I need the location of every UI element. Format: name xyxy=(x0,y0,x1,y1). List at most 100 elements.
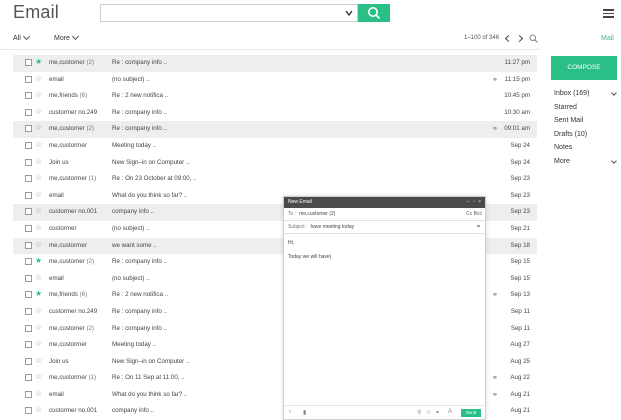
star-icon[interactable]: ☆ xyxy=(35,90,42,100)
text-format-icon[interactable]: A xyxy=(448,409,452,415)
star-icon[interactable]: ☆ xyxy=(35,356,42,366)
message-sender: me,customer (2) xyxy=(49,258,95,266)
next-page-icon[interactable] xyxy=(515,34,524,43)
message-row[interactable]: ☆ me,friends (6) Re : 2 new notifica .. 10:… xyxy=(13,88,537,105)
paperclip-icon[interactable]: ⚭ xyxy=(476,221,481,234)
folder-item[interactable]: Starred xyxy=(554,102,618,116)
message-row[interactable]: ☆ me,customer (2) Re : company info .. ⚭ 09:… xyxy=(13,121,537,138)
message-sender: email xyxy=(49,390,64,398)
row-checkbox[interactable] xyxy=(25,125,32,133)
star-icon[interactable]: ☆ xyxy=(35,173,42,183)
star-icon[interactable]: ☆ xyxy=(35,372,42,382)
message-sender: custormer no.001 xyxy=(49,208,98,216)
star-icon[interactable]: ☆ xyxy=(426,409,431,416)
subject-field[interactable]: Subject : have meeting today ⚭ xyxy=(284,221,485,234)
row-checkbox[interactable] xyxy=(25,357,32,365)
location-icon[interactable]: ⚲ xyxy=(417,409,421,416)
menu-icon[interactable] xyxy=(603,9,614,18)
subject-value[interactable]: have meeting today xyxy=(310,224,354,230)
row-checkbox[interactable] xyxy=(25,92,32,100)
star-icon[interactable]: ☆ xyxy=(35,157,42,167)
star-icon[interactable]: ☆ xyxy=(35,323,42,333)
message-row[interactable]: ☆ custormer no.249 Re : company info .. 10… xyxy=(13,105,537,122)
star-icon[interactable]: ★ xyxy=(35,289,42,299)
star-icon[interactable]: ☆ xyxy=(35,240,42,250)
row-checkbox[interactable] xyxy=(25,407,32,415)
message-sender: me,friends (6) xyxy=(49,92,88,100)
star-icon[interactable]: ☆ xyxy=(35,306,42,316)
star-icon[interactable]: ★ xyxy=(35,57,42,67)
message-row[interactable]: ☆ me,custormer (1) Re : On 23 October at 0… xyxy=(13,171,537,188)
row-checkbox[interactable] xyxy=(25,141,32,149)
row-checkbox[interactable] xyxy=(25,341,32,349)
folder-item[interactable]: Drafts (10) xyxy=(554,129,618,143)
select-all-dropdown[interactable]: All xyxy=(13,32,30,42)
row-checkbox[interactable] xyxy=(25,258,32,266)
row-checkbox[interactable] xyxy=(25,307,32,315)
message-body[interactable]: Hi, Today we will have| xyxy=(284,234,485,261)
to-field[interactable]: To : me,customer (2) Cc Bcc xyxy=(284,208,485,221)
chevron-down-icon[interactable] xyxy=(611,157,617,164)
compose-button[interactable]: COMPOSE xyxy=(551,56,617,80)
row-checkbox[interactable] xyxy=(25,374,32,382)
message-row[interactable]: ☆ me,custormer Meeting today .. Sep 24 xyxy=(13,138,537,155)
row-checkbox[interactable] xyxy=(25,224,32,232)
message-row[interactable]: ★ me,customer (2) Re : company info .. 11:2… xyxy=(13,55,537,72)
folder-item[interactable]: Notes xyxy=(554,142,618,156)
row-checkbox[interactable] xyxy=(25,108,32,116)
folder-item[interactable]: More xyxy=(554,156,618,170)
to-value[interactable]: me,customer (2) xyxy=(299,211,335,217)
search-button[interactable] xyxy=(358,4,390,22)
star-icon[interactable]: ☆ xyxy=(35,107,42,117)
folder-item[interactable]: Sent Mail xyxy=(554,115,618,129)
star-icon[interactable]: ☆ xyxy=(35,140,42,150)
message-date: Sep 23 xyxy=(510,175,530,183)
star-icon[interactable]: ☆ xyxy=(35,223,42,233)
window-controls[interactable]: – ▫ × xyxy=(467,197,482,208)
search-input[interactable] xyxy=(100,4,358,22)
row-checkbox[interactable] xyxy=(25,324,32,332)
folder-item[interactable]: Inbox (169) xyxy=(554,88,618,102)
message-subject: we want some .. xyxy=(112,241,157,249)
row-checkbox[interactable] xyxy=(25,175,32,183)
row-checkbox[interactable] xyxy=(25,241,32,249)
more-dropdown[interactable]: More xyxy=(54,32,79,42)
star-icon[interactable]: ☆ xyxy=(35,339,42,349)
row-checkbox[interactable] xyxy=(25,158,32,166)
link-icon[interactable]: ⚭ xyxy=(435,409,440,416)
chevron-down-icon[interactable] xyxy=(611,90,617,96)
star-icon[interactable]: ☆ xyxy=(35,206,42,216)
star-icon[interactable]: ☆ xyxy=(35,405,42,415)
star-icon[interactable]: ☆ xyxy=(35,273,42,283)
send-button[interactable]: Send xyxy=(461,409,481,417)
format-icon[interactable]: ‹ xyxy=(289,409,291,415)
row-checkbox[interactable] xyxy=(25,291,32,299)
star-icon[interactable]: ☆ xyxy=(35,123,42,133)
star-icon[interactable]: ☆ xyxy=(35,74,42,84)
message-subject: (no subject) .. xyxy=(112,224,150,232)
star-icon[interactable]: ☆ xyxy=(35,190,42,200)
row-checkbox[interactable] xyxy=(25,208,32,216)
paperclip-icon: ⚭ xyxy=(492,76,498,84)
search-icon[interactable] xyxy=(529,34,538,43)
mail-link[interactable]: Mail xyxy=(601,35,614,42)
row-checkbox[interactable] xyxy=(25,274,32,282)
message-row[interactable]: ☆ Join us New Sign–in on Computer .. Sep 2… xyxy=(13,155,537,172)
row-checkbox[interactable] xyxy=(25,75,32,83)
message-sender: me,custormer xyxy=(49,141,87,149)
message-subject: What do you think so far? .. xyxy=(112,191,188,199)
message-date: Sep 23 xyxy=(510,191,530,199)
message-subject: Re : company info .. xyxy=(112,324,168,332)
cc-bcc-links[interactable]: Cc Bcc xyxy=(466,208,482,221)
row-checkbox[interactable] xyxy=(25,390,32,398)
star-icon[interactable]: ★ xyxy=(35,256,42,266)
trash-icon[interactable]: ▮ xyxy=(303,409,306,416)
row-checkbox[interactable] xyxy=(25,59,32,66)
caret-down-icon[interactable] xyxy=(344,8,354,18)
star-icon[interactable]: ☆ xyxy=(35,389,42,399)
message-row[interactable]: ☆ email (no subject) .. ⚭ 11:15 pm xyxy=(13,72,537,89)
message-subject: Re : company info .. xyxy=(112,125,168,133)
message-subject: Meeting today .. xyxy=(112,141,157,149)
row-checkbox[interactable] xyxy=(25,191,32,199)
prev-page-icon[interactable] xyxy=(504,34,513,43)
